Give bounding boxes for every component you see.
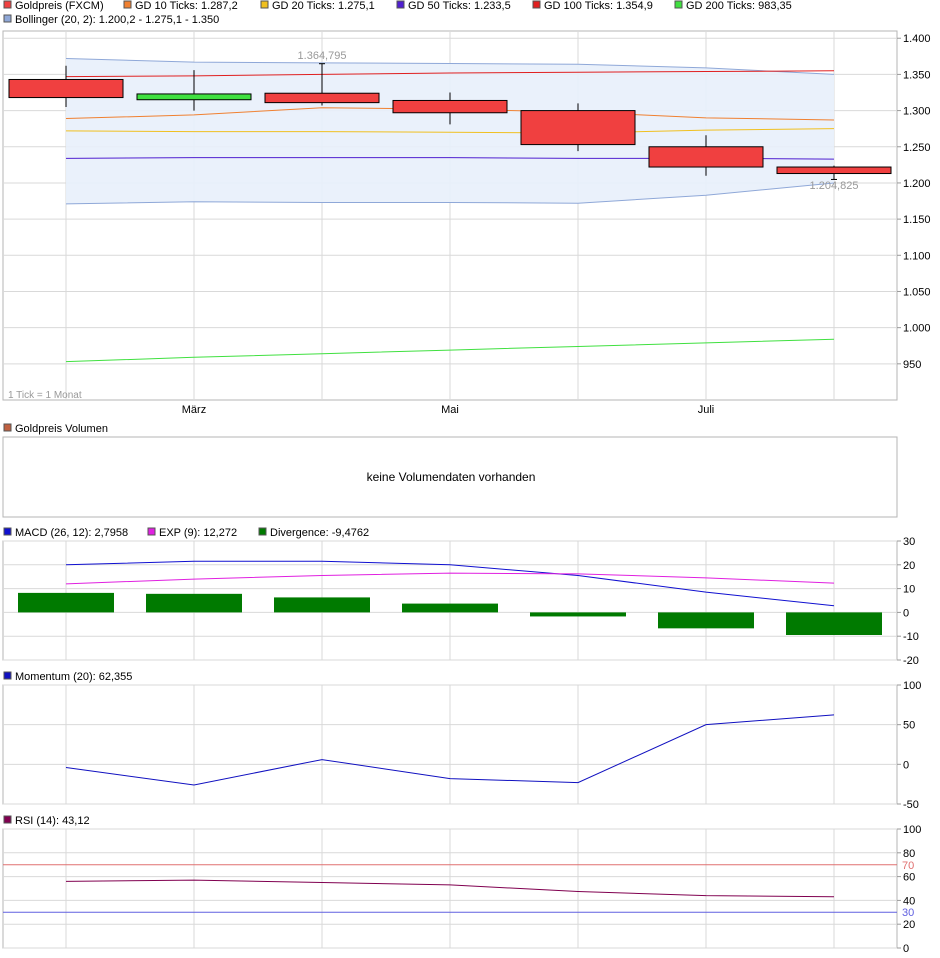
y-tick-label-3: 60: [903, 872, 915, 884]
y-tick-label-8: 1.350: [903, 69, 931, 81]
rsi-level-30-label: 30: [902, 907, 914, 919]
legend-swatch-2: [258, 527, 267, 536]
divergence-bar-2: [274, 597, 370, 613]
x-axis-labels: März Mai Juli: [182, 404, 714, 416]
y-tick-label-1: 1.000: [903, 323, 931, 335]
legend-label-0: MACD (26, 12): 2,7958: [15, 527, 128, 539]
candle-body-6: [776, 166, 892, 175]
y-tick-label-0: 0: [903, 943, 909, 955]
candle-body-0: [8, 78, 124, 99]
y-tick-label-2: 50: [903, 720, 915, 732]
legend-swatch-3: [396, 0, 405, 9]
y-tick-label-1: -10: [903, 631, 919, 643]
rsi-level-70-label: 70: [902, 860, 914, 872]
momentum-panel: Momentum (20): 62,355 -50 0 50 100: [2, 671, 921, 811]
price-y-axis: 950 1.000 1.050 1.100 1.150 1.200 1.250 1.300 1.…: [897, 33, 931, 371]
momentum-y-axis: -50 0 50 100: [897, 680, 921, 811]
divergence-bar-5: [658, 612, 754, 629]
divergence-bar-4: [530, 612, 626, 617]
momentum-legend-label: Momentum (20): 62,355: [15, 671, 132, 683]
y-tick-label-4: 1.150: [903, 214, 931, 226]
y-tick-label-5: 100: [903, 824, 921, 836]
no-volume-message: keine Volumendaten vorhanden: [367, 470, 536, 484]
macd-legend: MACD (26, 12): 2,7958 EXP (9): 12,272 Dive…: [3, 527, 369, 539]
volume-panel: Goldpreis Volumen keine Volumendaten vor…: [2, 423, 898, 518]
y-tick-label-3: 10: [903, 584, 915, 596]
legend-label-3: GD 50 Ticks: 1.233,5: [408, 0, 511, 12]
candle-body-2: [264, 92, 380, 104]
legend-swatch-5: [674, 0, 683, 9]
stock-chart: Goldpreis (FXCM) GD 10 Ticks: 1.287,2 GD 2…: [2, 0, 931, 955]
x-label-maerz: März: [182, 404, 206, 416]
low-label: 1.204,825: [810, 180, 859, 192]
divergence-bar-3: [402, 603, 498, 613]
y-tick-label-3: 1.100: [903, 250, 931, 262]
y-tick-label-2: 40: [903, 895, 915, 907]
x-label-juli: Juli: [698, 404, 715, 416]
legend-label-2: GD 20 Ticks: 1.275,1: [272, 0, 375, 12]
divergence-bar-0: [18, 592, 114, 613]
legend-label-2: Divergence: -9,4762: [270, 527, 369, 539]
rsi-legend-swatch: [3, 815, 12, 824]
y-tick-label-9: 1.400: [903, 33, 931, 45]
y-tick-label-1: 0: [903, 759, 909, 771]
macd-panel: -20 -10 0 10 20 30: [2, 536, 919, 667]
divergence-bar-6: [786, 612, 882, 636]
rsi-y-axis: 0 20 40 60 80 100: [897, 824, 921, 955]
y-tick-label-5: 30: [903, 536, 915, 548]
legend-swatch-4: [532, 0, 541, 9]
legend-swatch-1: [123, 0, 132, 9]
y-tick-label-5: 1.200: [903, 178, 931, 190]
y-tick-label-6: 1.250: [903, 142, 931, 154]
x-label-mai: Mai: [441, 404, 459, 416]
legend-label-0: Bollinger (20, 2): 1.200,2 - 1.275,1 - 1…: [15, 14, 219, 26]
volume-legend-label: Goldpreis Volumen: [15, 423, 108, 435]
momentum-legend-swatch: [3, 671, 12, 680]
macd-y-axis: -20 -10 0 10 20 30: [897, 536, 919, 667]
legend-label-1: GD 10 Ticks: 1.287,2: [135, 0, 238, 12]
legend-swatch-0: [3, 14, 12, 23]
candle-body-1: [136, 93, 252, 101]
y-tick-label-4: 80: [903, 848, 915, 860]
high-label: 1.364,795: [298, 50, 347, 62]
legend-swatch-0: [3, 0, 12, 9]
y-tick-label-4: 20: [903, 560, 915, 572]
y-tick-label-2: 1.050: [903, 286, 931, 298]
y-tick-label-2: 0: [903, 607, 909, 619]
tick-note: 1 Tick = 1 Monat: [8, 390, 82, 401]
legend-swatch-0: [3, 527, 12, 536]
y-tick-label-0: -20: [903, 655, 919, 667]
rsi-panel: RSI (14): 43,12 0 20 40 60 80 100 70 30: [2, 815, 921, 955]
legend-label-5: GD 200 Ticks: 983,35: [686, 0, 792, 12]
y-tick-label-0: -50: [903, 799, 919, 811]
candle-body-4: [520, 110, 636, 146]
price-panel: 950 1.000 1.050 1.100 1.150 1.200 1.250 1.300 1.…: [2, 30, 931, 401]
candle-body-5: [648, 146, 764, 168]
candle-body-3: [392, 99, 508, 114]
y-tick-label-1: 20: [903, 919, 915, 931]
y-tick-label-3: 100: [903, 680, 921, 692]
legend-label-0: Goldpreis (FXCM): [15, 0, 104, 12]
legend-label-4: GD 100 Ticks: 1.354,9: [544, 0, 653, 12]
legend-label-1: EXP (9): 12,272: [159, 527, 237, 539]
rsi-legend-label: RSI (14): 43,12: [15, 815, 90, 827]
volume-legend-swatch: [3, 423, 12, 432]
y-tick-label-7: 1.300: [903, 106, 931, 118]
price-legend: Goldpreis (FXCM) GD 10 Ticks: 1.287,2 GD 2…: [3, 0, 792, 26]
y-tick-label-0: 950: [903, 359, 921, 371]
legend-swatch-1: [147, 527, 156, 536]
legend-swatch-2: [260, 0, 269, 9]
divergence-bar-1: [146, 593, 242, 613]
